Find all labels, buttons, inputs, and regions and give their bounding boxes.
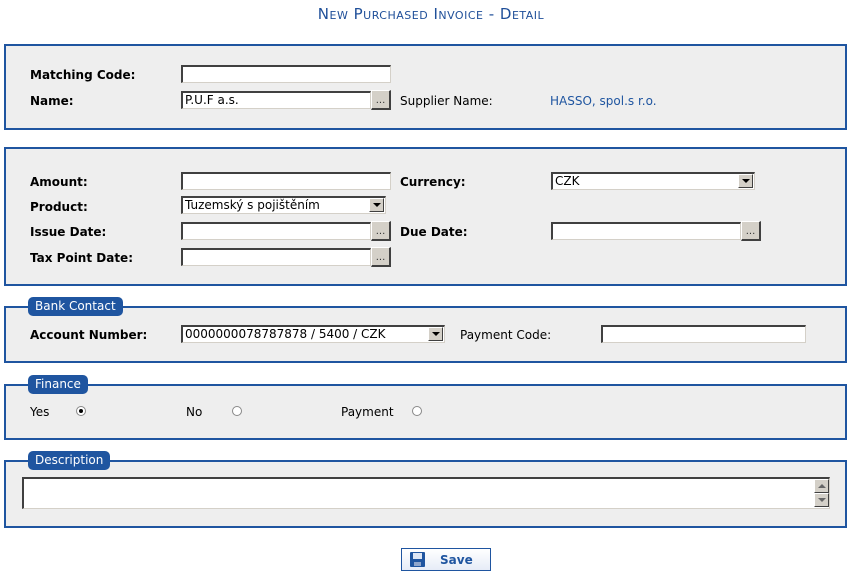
page-title: New Purchased Invoice - Detail	[317, 5, 545, 23]
scroll-down-icon[interactable]	[814, 493, 829, 507]
save-button[interactable]: Save	[401, 548, 491, 571]
chevron-down-icon[interactable]	[428, 327, 443, 341]
description-textarea[interactable]	[22, 477, 830, 509]
product-select[interactable]: Tuzemský s pojištěním	[181, 196, 386, 214]
account-number-select[interactable]: 0000000078787878 / 5400 / CZK	[181, 325, 445, 343]
amount-label: Amount:	[30, 175, 88, 189]
issue-date-label: Issue Date:	[30, 225, 107, 239]
account-number-select-value: 0000000078787878 / 5400 / CZK	[185, 327, 386, 341]
finance-option-no-radio[interactable]	[232, 406, 242, 416]
amount-panel: Amount: Currency: CZK Product: Tuzemský …	[4, 147, 847, 286]
product-label: Product:	[30, 200, 88, 214]
finance-option-no-label: No	[186, 405, 203, 419]
finance-option-yes-radio[interactable]	[76, 406, 86, 416]
supplier-name-value: HASSO, spol.s r.o.	[550, 94, 657, 108]
account-number-label: Account Number:	[30, 328, 148, 342]
chevron-down-icon[interactable]	[369, 198, 384, 212]
due-date-label: Due Date:	[400, 225, 468, 239]
currency-select-value: CZK	[555, 174, 580, 188]
supplier-name-label: Supplier Name:	[400, 94, 493, 108]
issue-date-picker-button[interactable]: ...	[371, 221, 391, 241]
issue-date-input[interactable]	[181, 222, 371, 240]
tax-point-date-label: Tax Point Date:	[30, 251, 133, 265]
finance-option-payment-radio[interactable]	[412, 406, 422, 416]
bank-contact-panel: Bank Contact Account Number: 00000000787…	[4, 297, 847, 363]
currency-label: Currency:	[400, 175, 466, 189]
scroll-up-icon[interactable]	[814, 479, 829, 493]
floppy-disk-icon	[410, 552, 425, 567]
currency-select[interactable]: CZK	[551, 172, 755, 190]
amount-input[interactable]	[181, 172, 391, 190]
due-date-input[interactable]	[551, 222, 741, 240]
finance-panel: Finance Yes No Payment	[4, 375, 847, 440]
finance-option-yes-label: Yes	[30, 405, 50, 419]
supplier-panel: Matching Code: Name: P.U.F a.s. ... Supp…	[4, 44, 847, 130]
tax-point-date-input[interactable]	[181, 248, 371, 266]
description-legend: Description	[28, 451, 111, 470]
matching-code-input[interactable]	[181, 65, 391, 83]
name-input[interactable]: P.U.F a.s.	[181, 91, 371, 109]
due-date-picker-button[interactable]: ...	[741, 221, 761, 241]
name-label: Name:	[30, 94, 74, 108]
save-button-label: Save	[440, 553, 473, 567]
bank-contact-legend: Bank Contact	[28, 297, 123, 316]
description-panel: Description	[4, 451, 847, 528]
payment-code-input[interactable]	[601, 325, 806, 343]
tax-point-date-picker-button[interactable]: ...	[371, 247, 391, 267]
name-lookup-button[interactable]: ...	[371, 90, 391, 110]
chevron-down-icon[interactable]	[738, 174, 753, 188]
payment-code-label: Payment Code:	[460, 328, 552, 342]
finance-legend: Finance	[28, 375, 88, 394]
product-select-value: Tuzemský s pojištěním	[185, 198, 320, 212]
matching-code-label: Matching Code:	[30, 68, 136, 82]
finance-option-payment-label: Payment	[341, 405, 394, 419]
